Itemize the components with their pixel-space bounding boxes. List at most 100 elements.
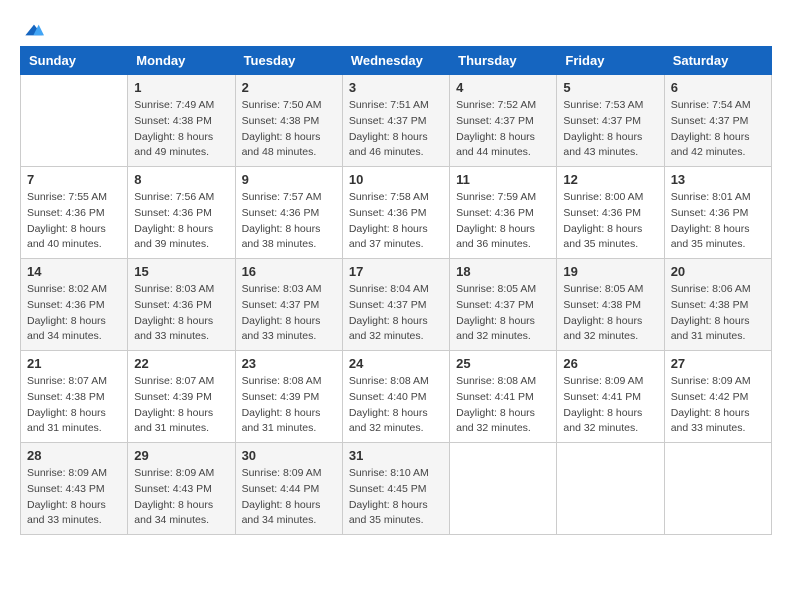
day-info: Sunrise: 8:03 AMSunset: 4:36 PMDaylight:… bbox=[134, 282, 228, 345]
calendar-cell: 6 Sunrise: 7:54 AMSunset: 4:37 PMDaylight… bbox=[664, 75, 771, 167]
calendar-week-4: 21 Sunrise: 8:07 AMSunset: 4:38 PMDayligh… bbox=[21, 351, 772, 443]
day-number: 12 bbox=[563, 172, 657, 187]
day-number: 22 bbox=[134, 356, 228, 371]
day-info: Sunrise: 7:56 AMSunset: 4:36 PMDaylight:… bbox=[134, 190, 228, 253]
calendar-header-row: SundayMondayTuesdayWednesdayThursdayFrid… bbox=[21, 47, 772, 75]
day-number: 9 bbox=[242, 172, 336, 187]
calendar-header-wednesday: Wednesday bbox=[342, 47, 449, 75]
day-info: Sunrise: 7:57 AMSunset: 4:36 PMDaylight:… bbox=[242, 190, 336, 253]
calendar-cell: 8 Sunrise: 7:56 AMSunset: 4:36 PMDaylight… bbox=[128, 167, 235, 259]
calendar-cell: 11 Sunrise: 7:59 AMSunset: 4:36 PMDayligh… bbox=[450, 167, 557, 259]
day-number: 2 bbox=[242, 80, 336, 95]
calendar-cell: 4 Sunrise: 7:52 AMSunset: 4:37 PMDaylight… bbox=[450, 75, 557, 167]
day-number: 28 bbox=[27, 448, 121, 463]
calendar-header-saturday: Saturday bbox=[664, 47, 771, 75]
day-number: 24 bbox=[349, 356, 443, 371]
calendar-cell: 31Sunrise: 8:10 AMSunset: 4:45 PMDayligh… bbox=[342, 443, 449, 535]
calendar-cell: 20 Sunrise: 8:06 AMSunset: 4:38 PMDayligh… bbox=[664, 259, 771, 351]
day-number: 4 bbox=[456, 80, 550, 95]
day-info: Sunrise: 7:50 AMSunset: 4:38 PMDaylight:… bbox=[242, 98, 336, 161]
day-info: Sunrise: 8:10 AMSunset: 4:45 PMDaylight:… bbox=[349, 466, 443, 529]
calendar-cell: 14Sunrise: 8:02 AMSunset: 4:36 PMDayligh… bbox=[21, 259, 128, 351]
day-info: Sunrise: 8:00 AMSunset: 4:36 PMDaylight:… bbox=[563, 190, 657, 253]
day-number: 26 bbox=[563, 356, 657, 371]
calendar-cell: 9 Sunrise: 7:57 AMSunset: 4:36 PMDaylight… bbox=[235, 167, 342, 259]
day-info: Sunrise: 8:04 AMSunset: 4:37 PMDaylight:… bbox=[349, 282, 443, 345]
day-info: Sunrise: 8:07 AMSunset: 4:39 PMDaylight:… bbox=[134, 374, 228, 437]
calendar-cell: 22 Sunrise: 8:07 AMSunset: 4:39 PMDayligh… bbox=[128, 351, 235, 443]
day-info: Sunrise: 8:08 AMSunset: 4:41 PMDaylight:… bbox=[456, 374, 550, 437]
day-info: Sunrise: 8:09 AMSunset: 4:44 PMDaylight:… bbox=[242, 466, 336, 529]
day-number: 21 bbox=[27, 356, 121, 371]
day-number: 11 bbox=[456, 172, 550, 187]
day-info: Sunrise: 8:08 AMSunset: 4:40 PMDaylight:… bbox=[349, 374, 443, 437]
calendar-cell bbox=[557, 443, 664, 535]
calendar-cell: 12 Sunrise: 8:00 AMSunset: 4:36 PMDayligh… bbox=[557, 167, 664, 259]
calendar-header-tuesday: Tuesday bbox=[235, 47, 342, 75]
calendar-cell: 15 Sunrise: 8:03 AMSunset: 4:36 PMDayligh… bbox=[128, 259, 235, 351]
calendar-cell bbox=[450, 443, 557, 535]
day-number: 5 bbox=[563, 80, 657, 95]
day-number: 17 bbox=[349, 264, 443, 279]
day-number: 13 bbox=[671, 172, 765, 187]
day-info: Sunrise: 7:55 AMSunset: 4:36 PMDaylight:… bbox=[27, 190, 121, 253]
day-number: 29 bbox=[134, 448, 228, 463]
day-info: Sunrise: 7:51 AMSunset: 4:37 PMDaylight:… bbox=[349, 98, 443, 161]
day-info: Sunrise: 7:58 AMSunset: 4:36 PMDaylight:… bbox=[349, 190, 443, 253]
calendar-cell bbox=[664, 443, 771, 535]
calendar-week-1: 1 Sunrise: 7:49 AMSunset: 4:38 PMDaylight… bbox=[21, 75, 772, 167]
calendar-cell: 10 Sunrise: 7:58 AMSunset: 4:36 PMDayligh… bbox=[342, 167, 449, 259]
day-number: 6 bbox=[671, 80, 765, 95]
calendar-cell: 5Sunrise: 7:53 AMSunset: 4:37 PMDaylight… bbox=[557, 75, 664, 167]
day-number: 30 bbox=[242, 448, 336, 463]
calendar-header-monday: Monday bbox=[128, 47, 235, 75]
calendar-cell: 26 Sunrise: 8:09 AMSunset: 4:41 PMDayligh… bbox=[557, 351, 664, 443]
logo bbox=[20, 20, 44, 36]
day-number: 15 bbox=[134, 264, 228, 279]
day-number: 16 bbox=[242, 264, 336, 279]
calendar-cell: 19 Sunrise: 8:05 AMSunset: 4:38 PMDayligh… bbox=[557, 259, 664, 351]
day-info: Sunrise: 7:54 AMSunset: 4:37 PMDaylight:… bbox=[671, 98, 765, 161]
calendar-week-3: 14Sunrise: 8:02 AMSunset: 4:36 PMDayligh… bbox=[21, 259, 772, 351]
day-info: Sunrise: 7:49 AMSunset: 4:38 PMDaylight:… bbox=[134, 98, 228, 161]
calendar-cell: 25 Sunrise: 8:08 AMSunset: 4:41 PMDayligh… bbox=[450, 351, 557, 443]
day-info: Sunrise: 8:08 AMSunset: 4:39 PMDaylight:… bbox=[242, 374, 336, 437]
day-info: Sunrise: 8:09 AMSunset: 4:41 PMDaylight:… bbox=[563, 374, 657, 437]
calendar: SundayMondayTuesdayWednesdayThursdayFrid… bbox=[20, 46, 772, 535]
calendar-cell: 29 Sunrise: 8:09 AMSunset: 4:43 PMDayligh… bbox=[128, 443, 235, 535]
day-number: 3 bbox=[349, 80, 443, 95]
calendar-cell: 24 Sunrise: 8:08 AMSunset: 4:40 PMDayligh… bbox=[342, 351, 449, 443]
day-number: 20 bbox=[671, 264, 765, 279]
calendar-cell: 27Sunrise: 8:09 AMSunset: 4:42 PMDayligh… bbox=[664, 351, 771, 443]
page-header bbox=[20, 20, 772, 36]
logo-icon bbox=[24, 20, 44, 40]
calendar-week-2: 7 Sunrise: 7:55 AMSunset: 4:36 PMDaylight… bbox=[21, 167, 772, 259]
calendar-cell: 2 Sunrise: 7:50 AMSunset: 4:38 PMDaylight… bbox=[235, 75, 342, 167]
day-info: Sunrise: 8:06 AMSunset: 4:38 PMDaylight:… bbox=[671, 282, 765, 345]
calendar-header-friday: Friday bbox=[557, 47, 664, 75]
day-number: 19 bbox=[563, 264, 657, 279]
calendar-cell: 16Sunrise: 8:03 AMSunset: 4:37 PMDayligh… bbox=[235, 259, 342, 351]
day-number: 7 bbox=[27, 172, 121, 187]
day-info: Sunrise: 8:01 AMSunset: 4:36 PMDaylight:… bbox=[671, 190, 765, 253]
day-info: Sunrise: 8:09 AMSunset: 4:42 PMDaylight:… bbox=[671, 374, 765, 437]
day-info: Sunrise: 8:09 AMSunset: 4:43 PMDaylight:… bbox=[27, 466, 121, 529]
day-number: 8 bbox=[134, 172, 228, 187]
calendar-cell: 1 Sunrise: 7:49 AMSunset: 4:38 PMDaylight… bbox=[128, 75, 235, 167]
day-number: 18 bbox=[456, 264, 550, 279]
calendar-cell bbox=[21, 75, 128, 167]
day-number: 10 bbox=[349, 172, 443, 187]
calendar-cell: 7 Sunrise: 7:55 AMSunset: 4:36 PMDaylight… bbox=[21, 167, 128, 259]
day-info: Sunrise: 8:05 AMSunset: 4:38 PMDaylight:… bbox=[563, 282, 657, 345]
day-number: 1 bbox=[134, 80, 228, 95]
calendar-cell: 18Sunrise: 8:05 AMSunset: 4:37 PMDayligh… bbox=[450, 259, 557, 351]
day-info: Sunrise: 7:59 AMSunset: 4:36 PMDaylight:… bbox=[456, 190, 550, 253]
calendar-cell: 28 Sunrise: 8:09 AMSunset: 4:43 PMDayligh… bbox=[21, 443, 128, 535]
day-number: 23 bbox=[242, 356, 336, 371]
day-info: Sunrise: 8:09 AMSunset: 4:43 PMDaylight:… bbox=[134, 466, 228, 529]
calendar-week-5: 28 Sunrise: 8:09 AMSunset: 4:43 PMDayligh… bbox=[21, 443, 772, 535]
day-number: 25 bbox=[456, 356, 550, 371]
calendar-header-sunday: Sunday bbox=[21, 47, 128, 75]
day-info: Sunrise: 7:52 AMSunset: 4:37 PMDaylight:… bbox=[456, 98, 550, 161]
day-info: Sunrise: 8:07 AMSunset: 4:38 PMDaylight:… bbox=[27, 374, 121, 437]
